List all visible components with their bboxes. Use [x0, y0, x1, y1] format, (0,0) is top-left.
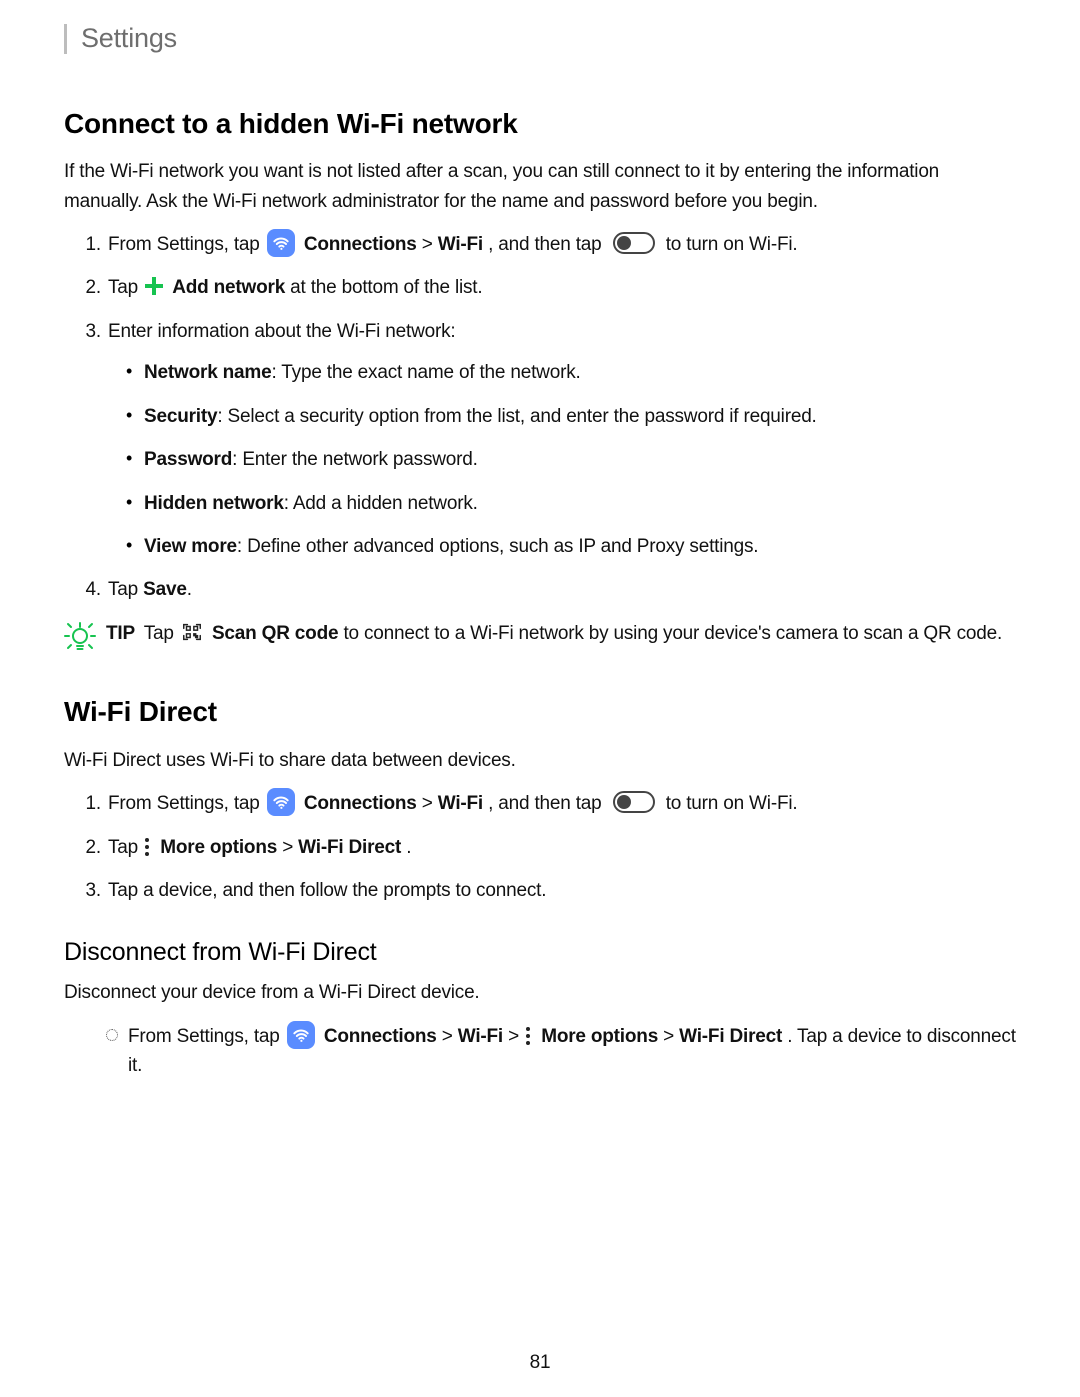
- qr-icon: [181, 621, 203, 643]
- page-number: 81: [0, 1348, 1080, 1377]
- bullet-view-more: View more: Define other advanced options…: [130, 532, 1016, 561]
- wifi-icon: [267, 229, 295, 257]
- wifi-info-bullets: Network name: Type the exact name of the…: [108, 358, 1016, 561]
- disconnect-step: From Settings, tap Connections > Wi-Fi >…: [106, 1022, 1016, 1081]
- wifi-icon: [267, 788, 295, 816]
- tip-block: TIP Tap Scan QR code to connect to a Wi-…: [64, 619, 1016, 662]
- tip-label: TIP: [106, 623, 135, 644]
- bullet-security: Security: Select a security option from …: [130, 402, 1016, 431]
- lightbulb-icon: [64, 621, 96, 662]
- wifi-direct-intro: Wi-Fi Direct uses Wi-Fi to share data be…: [64, 746, 1016, 775]
- step-4: Tap Save.: [106, 575, 1016, 604]
- disconnect-steps: From Settings, tap Connections > Wi-Fi >…: [64, 1022, 1016, 1081]
- wd-step-3: Tap a device, and then follow the prompt…: [106, 876, 1016, 905]
- plus-icon: [145, 277, 163, 295]
- wifi-direct-steps: From Settings, tap Connections > Wi-Fi ,…: [64, 789, 1016, 905]
- step-1: From Settings, tap Connections > Wi-Fi ,…: [106, 230, 1016, 259]
- heading-wifi-direct: Wi-Fi Direct: [64, 690, 1016, 733]
- page-header: Settings: [64, 24, 1016, 54]
- bullet-password: Password: Enter the network password.: [130, 445, 1016, 474]
- heading-connect-hidden-wifi: Connect to a hidden Wi-Fi network: [64, 102, 1016, 145]
- toggle-icon: [613, 232, 655, 254]
- bullet-hidden-network: Hidden network: Add a hidden network.: [130, 489, 1016, 518]
- wd-step-2: Tap More options > Wi-Fi Direct .: [106, 833, 1016, 862]
- steps-list: From Settings, tap Connections > Wi-Fi ,…: [64, 230, 1016, 605]
- bullet-network-name: Network name: Type the exact name of the…: [130, 358, 1016, 387]
- heading-disconnect-wifi-direct: Disconnect from Wi-Fi Direct: [64, 933, 1016, 972]
- toggle-icon: [613, 791, 655, 813]
- wd-step-1: From Settings, tap Connections > Wi-Fi ,…: [106, 789, 1016, 818]
- step-2: Tap Add network at the bottom of the lis…: [106, 273, 1016, 302]
- intro-text: If the Wi-Fi network you want is not lis…: [64, 157, 1016, 216]
- more-options-icon: [526, 1027, 530, 1045]
- more-options-icon: [145, 838, 149, 856]
- step-3: Enter information about the Wi-Fi networ…: [106, 317, 1016, 562]
- wifi-icon: [287, 1021, 315, 1049]
- disconnect-intro: Disconnect your device from a Wi-Fi Dire…: [64, 978, 1016, 1007]
